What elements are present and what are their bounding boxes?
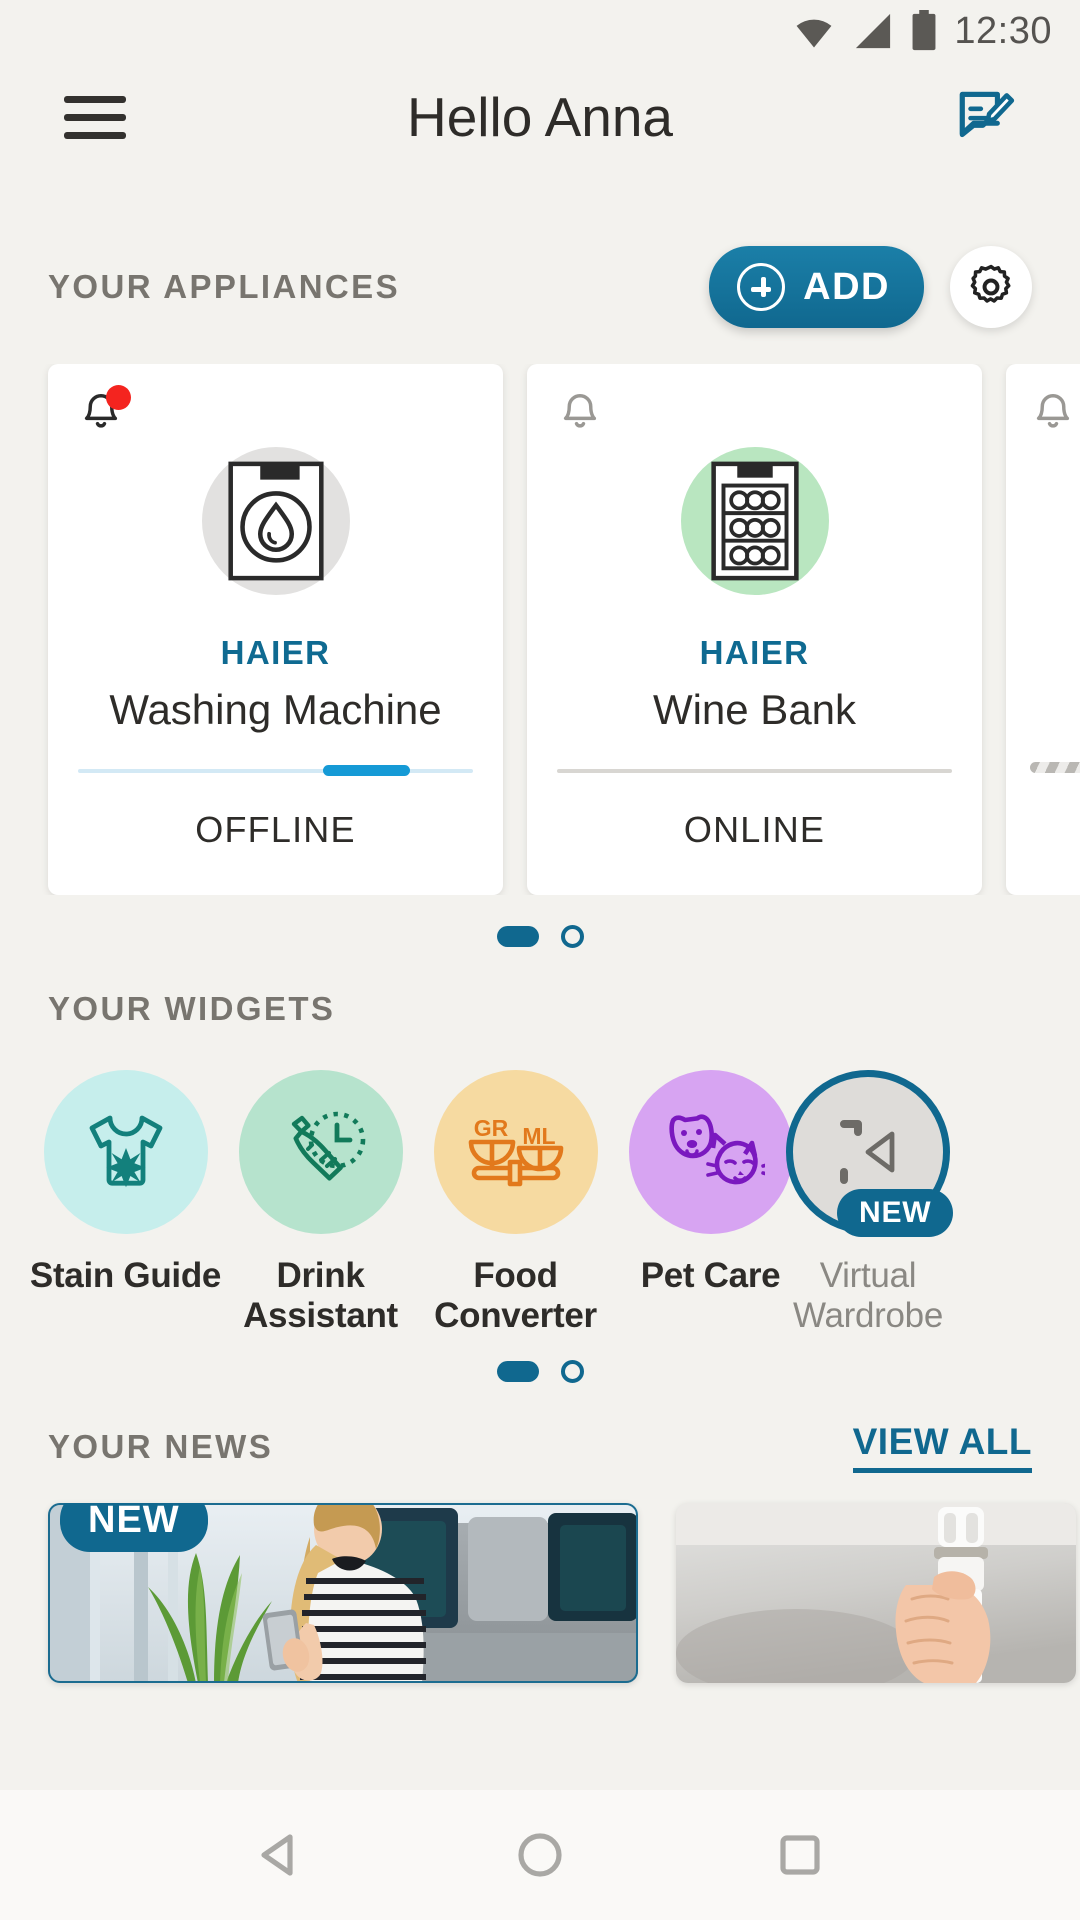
appliances-carousel[interactable]: HAIER Washing Machine OFFLINE HAIER Wine… (0, 364, 1080, 895)
news-new-badge: NEW (60, 1502, 208, 1552)
status-badge: ONLINE (683, 809, 826, 850)
app-screen: 12:30 Hello Anna YOUR APPLIANCES ADD HAI… (0, 0, 1080, 1920)
appliance-brand: HAIER (220, 634, 331, 671)
appliance-settings-button[interactable] (950, 246, 1032, 328)
recents-square-icon[interactable] (772, 1827, 828, 1883)
appliance-progress-track (78, 765, 473, 776)
plus-icon (737, 263, 786, 311)
dog-cat-icon (668, 1114, 765, 1185)
appliance-name: Wine Bank (652, 686, 857, 733)
add-button-label: ADD (803, 265, 890, 308)
appliance-card-footer: ONLINE (557, 769, 952, 895)
home-circle-icon[interactable] (512, 1827, 568, 1883)
widget-icon-circle: GR ML (433, 1070, 598, 1234)
appliance-progress-placeholder (1030, 762, 1080, 773)
app-header: Hello Anna (0, 62, 1080, 172)
widget-icon-circle (628, 1070, 793, 1234)
widget-stain-guide[interactable]: Stain Guide (28, 1070, 223, 1336)
add-appliance-button[interactable]: ADD (709, 246, 924, 328)
news-section-header: YOUR NEWS VIEW ALL (0, 1421, 1080, 1473)
news-card-image (676, 1502, 1076, 1683)
widget-icon-circle (43, 1070, 208, 1234)
wine-cooler-icon (710, 461, 799, 581)
appliance-divider (557, 769, 952, 773)
news-carousel[interactable]: NEW (0, 1502, 1080, 1683)
pagination-dot-active[interactable] (496, 1360, 539, 1382)
battery-icon (912, 10, 936, 51)
appliance-card-footer (1030, 762, 1080, 895)
widget-icon-circle: NEW (786, 1070, 954, 1237)
hamburger-menu-icon[interactable] (64, 95, 126, 139)
page-title: Hello Anna (406, 86, 674, 148)
appliance-card-footer: OFFLINE (78, 765, 473, 895)
pagination-dot-active[interactable] (496, 926, 539, 947)
appliance-icon-area (78, 428, 473, 614)
widget-label: Pet Care (640, 1256, 781, 1295)
widget-virtual-wardrobe[interactable]: NEW Virtual Wardrobe (786, 1070, 954, 1336)
appliances-section-header: YOUR APPLIANCES ADD (0, 246, 1080, 328)
appliance-card[interactable]: HAIER Washing Machine OFFLINE (48, 364, 503, 895)
hamburger-line (64, 95, 126, 103)
appliance-brand: HAIER (699, 634, 810, 671)
widget-label: Drink Assistant (243, 1256, 398, 1335)
hamburger-line (64, 113, 126, 121)
appliance-progress-fill (322, 765, 410, 776)
appliances-section-title: YOUR APPLIANCES (48, 268, 400, 305)
status-bar: 12:30 (0, 0, 1080, 62)
widget-food-converter[interactable]: GR ML Food Converter (418, 1070, 613, 1336)
scale-right-unit: ML (522, 1123, 555, 1149)
appliance-card-partial[interactable] (1006, 364, 1080, 895)
bell-icon (1036, 394, 1070, 428)
view-all-news-link[interactable]: VIEW ALL (852, 1421, 1032, 1473)
tshirt-stain-icon (89, 1115, 162, 1188)
status-badge: OFFLINE (195, 809, 356, 850)
balance-scale-icon: GR ML (468, 1115, 563, 1187)
cellular-signal-icon (856, 13, 891, 49)
news-card[interactable] (676, 1502, 1076, 1683)
pagination-dot[interactable] (560, 925, 584, 948)
widget-new-badge: NEW (837, 1189, 954, 1237)
notification-badge-dot (106, 385, 131, 410)
widget-icon-circle (238, 1070, 403, 1234)
appliance-name: Washing Machine (109, 686, 442, 733)
bottle-clock-icon (291, 1111, 365, 1181)
android-navigation-bar (0, 1790, 1080, 1920)
back-triangle-icon[interactable] (252, 1827, 308, 1883)
status-badge-placeholder (1030, 773, 1080, 895)
news-card[interactable]: NEW (48, 1502, 638, 1683)
appliances-pagination[interactable] (0, 925, 1080, 948)
widget-label: Food Converter (434, 1256, 597, 1335)
appliance-card[interactable]: HAIER Wine Bank ONLINE (527, 364, 982, 895)
scale-left-unit: GR (473, 1115, 508, 1141)
widgets-pagination[interactable] (0, 1359, 1080, 1383)
widget-label: Stain Guide (29, 1256, 222, 1295)
washing-machine-icon (227, 461, 324, 581)
widget-label: Virtual Wardrobe (793, 1256, 943, 1335)
status-bar-clock: 12:30 (954, 9, 1052, 52)
news-section-title: YOUR NEWS (48, 1427, 274, 1465)
wifi-icon (796, 19, 832, 48)
widgets-section-header: YOUR WIDGETS (0, 990, 1080, 1028)
widget-pet-care[interactable]: Pet Care (613, 1070, 808, 1336)
gear-icon (970, 264, 1011, 303)
message-compose-icon[interactable] (954, 84, 1016, 151)
widgets-section-title: YOUR WIDGETS (48, 990, 336, 1027)
widgets-carousel[interactable]: Stain Guide Drink Assistant GR ML Food C… (0, 1070, 1080, 1336)
pagination-dot[interactable] (560, 1359, 584, 1383)
card-notification-bell[interactable] (1030, 390, 1076, 436)
hamburger-line (64, 131, 126, 139)
widget-drink-assistant[interactable]: Drink Assistant (223, 1070, 418, 1336)
appliance-icon-area (557, 428, 952, 614)
